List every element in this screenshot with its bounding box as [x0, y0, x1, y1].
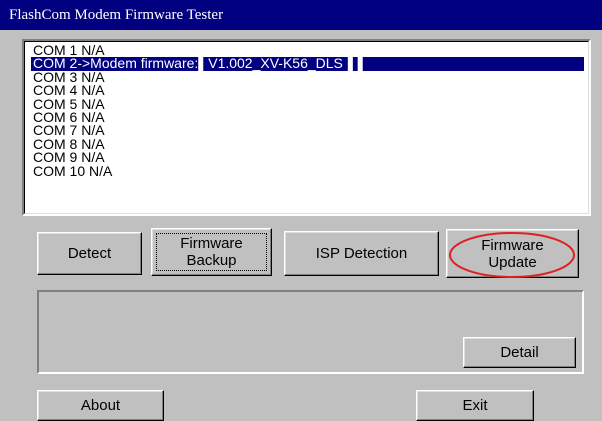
isp-detection-button[interactable]: ISP Detection	[284, 231, 439, 276]
app-window: FlashCom Modem Firmware Tester COM 1 N/A…	[0, 0, 602, 421]
isp-detection-button-label: ISP Detection	[315, 245, 408, 262]
com-port-item[interactable]: COM 10 N/A	[31, 163, 588, 178]
com-port-item[interactable]: COM 5 N/A	[31, 96, 588, 111]
firmware-backup-button-label: Firmware Backup	[180, 235, 243, 269]
detect-button[interactable]: Detect	[37, 232, 142, 275]
about-button[interactable]: About	[37, 390, 164, 421]
com-port-item[interactable]: COM 3 N/A	[31, 70, 588, 84]
exit-button-label: Exit	[462, 397, 488, 414]
com-port-item[interactable]: COM 8 N/A	[31, 137, 588, 151]
com-port-item[interactable]: COM 4 N/A	[31, 83, 588, 97]
com-port-item[interactable]: COM 7 N/A	[31, 123, 588, 137]
about-button-label: About	[80, 397, 121, 414]
firmware-backup-button[interactable]: Firmware Backup	[151, 228, 272, 276]
com-port-item[interactable]: COM 2->Modem firmware:▌V1.002_XV-K56_DLS…	[31, 56, 584, 71]
firmware-update-button[interactable]: Firmware Update	[446, 229, 579, 278]
exit-button[interactable]: Exit	[416, 390, 534, 421]
com-port-item[interactable]: COM 6 N/A	[31, 110, 588, 124]
detail-button-label: Detail	[500, 344, 539, 361]
com-port-list[interactable]: COM 1 N/A COM 2->Modem firmware:▌V1.002_X…	[22, 39, 591, 216]
com-port-item[interactable]: COM 9 N/A	[31, 150, 588, 164]
detect-button-label: Detect	[67, 245, 112, 262]
firmware-update-button-label: Firmware Update	[481, 236, 544, 271]
detail-button[interactable]: Detail	[463, 337, 576, 368]
com-port-list-body: COM 1 N/A COM 2->Modem firmware:▌V1.002_X…	[24, 41, 589, 214]
window-title: FlashCom Modem Firmware Tester	[0, 0, 602, 30]
